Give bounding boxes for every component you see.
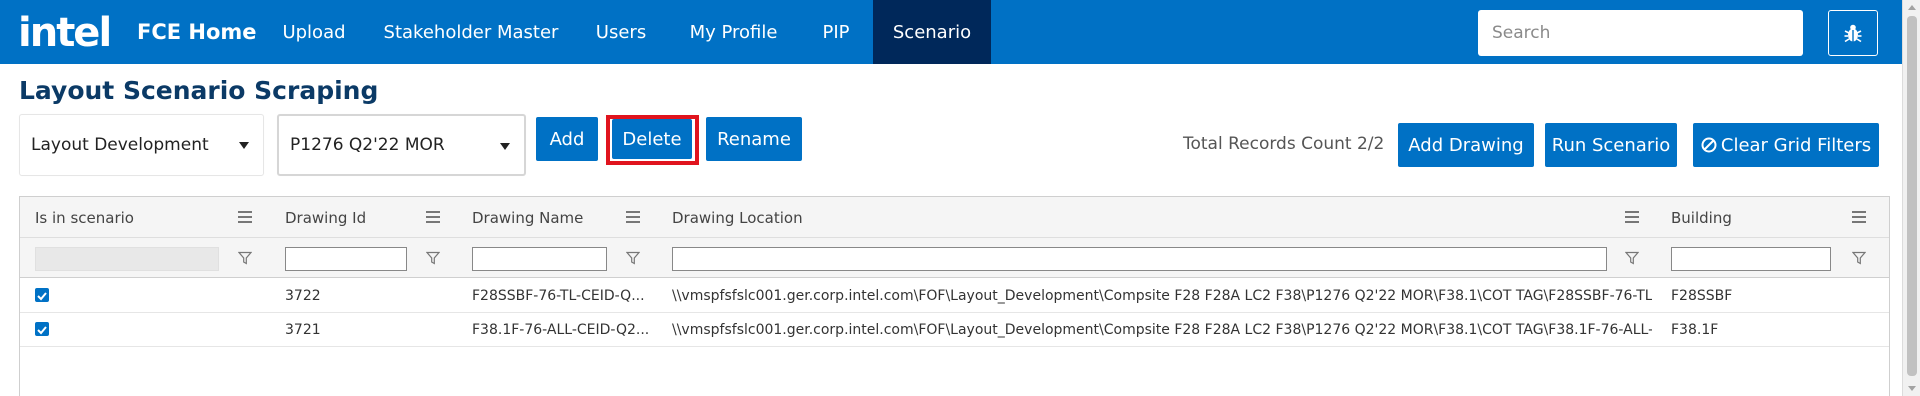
drawing-location-filter-input[interactable] (672, 247, 1607, 271)
filter-icon[interactable] (1852, 251, 1866, 265)
scrollbar-thumb[interactable] (1907, 16, 1917, 376)
top-navbar: intel FCE Home Upload Stakeholder Master… (0, 0, 1902, 64)
column-menu-icon[interactable] (426, 211, 440, 223)
scroll-down-icon[interactable] (1908, 386, 1916, 391)
scenario-select[interactable]: P1276 Q2'22 MOR (277, 114, 526, 176)
category-select[interactable]: Layout Development (19, 114, 264, 176)
drawing-id-cell: 3722 (285, 288, 321, 304)
grid-header-row: Is in scenario Drawing Id Drawing Name D… (20, 197, 1889, 238)
nav-upload[interactable]: Upload (268, 0, 360, 64)
total-records-count: Total Records Count 2/2 (1183, 134, 1385, 154)
table-row[interactable]: 3722 F28SSBF-76-TL-CEID-Q... \\vmspfsfsl… (20, 279, 1889, 313)
chevron-down-icon (500, 143, 510, 150)
building-cell: F28SSBF (1671, 288, 1733, 304)
in-scenario-filter-input (35, 247, 219, 271)
run-scenario-button[interactable]: Run Scenario (1545, 123, 1677, 167)
chevron-down-icon (239, 142, 249, 149)
nav-stakeholder-master[interactable]: Stakeholder Master (380, 0, 562, 64)
nav-pip[interactable]: PIP (810, 0, 862, 64)
svg-text:intel: intel (18, 10, 110, 54)
nav-scenario[interactable]: Scenario (873, 0, 991, 64)
intel-logo[interactable]: intel (18, 8, 120, 54)
drawing-location-cell: \\vmspfsfslc001.ger.corp.intel.com\FOF\L… (672, 288, 1652, 304)
in-scenario-checkbox[interactable] (35, 322, 49, 336)
building-cell: F38.1F (1671, 322, 1719, 338)
drawings-grid: Is in scenario Drawing Id Drawing Name D… (19, 196, 1890, 396)
bug-icon (1844, 24, 1862, 43)
column-header-label: Is in scenario (35, 208, 134, 227)
column-header-label: Drawing Location (672, 208, 803, 227)
drawing-location-cell: \\vmspfsfslc001.ger.corp.intel.com\FOF\L… (672, 322, 1652, 338)
filter-icon[interactable] (1625, 251, 1639, 265)
category-select-value: Layout Development (31, 135, 209, 155)
drawing-id-cell: 3721 (285, 322, 321, 338)
ban-icon (1701, 137, 1717, 153)
column-header-label: Building (1671, 208, 1732, 227)
page-title: Layout Scenario Scraping (19, 76, 379, 105)
filter-icon[interactable] (626, 251, 640, 265)
grid-filter-row (20, 238, 1889, 278)
checkmark-icon (37, 326, 47, 335)
scroll-up-icon[interactable] (1908, 5, 1916, 10)
drawing-name-cell: F38.1F-76-ALL-CEID-Q2... (472, 322, 650, 338)
bug-report-button[interactable] (1828, 10, 1878, 56)
delete-button[interactable]: Delete (612, 119, 692, 159)
column-menu-icon[interactable] (626, 211, 640, 223)
column-menu-icon[interactable] (1625, 211, 1639, 223)
in-scenario-checkbox[interactable] (35, 288, 49, 302)
column-header-label: Drawing Id (285, 208, 367, 227)
scenario-select-value: P1276 Q2'22 MOR (290, 135, 445, 155)
rename-button[interactable]: Rename (706, 117, 802, 161)
column-header-in-scenario[interactable]: Is in scenario (20, 197, 270, 238)
nav-my-profile[interactable]: My Profile (680, 0, 787, 64)
filter-icon[interactable] (426, 251, 440, 265)
filter-icon[interactable] (238, 251, 252, 265)
column-header-drawing-location[interactable]: Drawing Location (657, 197, 1656, 238)
drawing-name-filter-input[interactable] (472, 247, 607, 271)
checkmark-icon (37, 292, 47, 301)
column-menu-icon[interactable] (238, 211, 252, 223)
add-drawing-button[interactable]: Add Drawing (1398, 123, 1534, 167)
column-header-label: Drawing Name (472, 208, 584, 227)
clear-grid-filters-button[interactable]: Clear Grid Filters (1693, 123, 1879, 167)
building-filter-input[interactable] (1671, 247, 1831, 271)
page-scrollbar[interactable] (1902, 0, 1920, 396)
drawing-name-cell: F28SSBF-76-TL-CEID-Q... (472, 288, 645, 304)
table-row[interactable]: 3721 F38.1F-76-ALL-CEID-Q2... \\vmspfsfs… (20, 313, 1889, 347)
column-menu-icon[interactable] (1852, 211, 1866, 223)
nav-users[interactable]: Users (585, 0, 657, 64)
add-button[interactable]: Add (536, 117, 598, 161)
app-title[interactable]: FCE Home (137, 0, 257, 64)
clear-grid-filters-label: Clear Grid Filters (1720, 134, 1872, 156)
search-input[interactable] (1478, 10, 1803, 56)
drawing-id-filter-input[interactable] (285, 247, 407, 271)
